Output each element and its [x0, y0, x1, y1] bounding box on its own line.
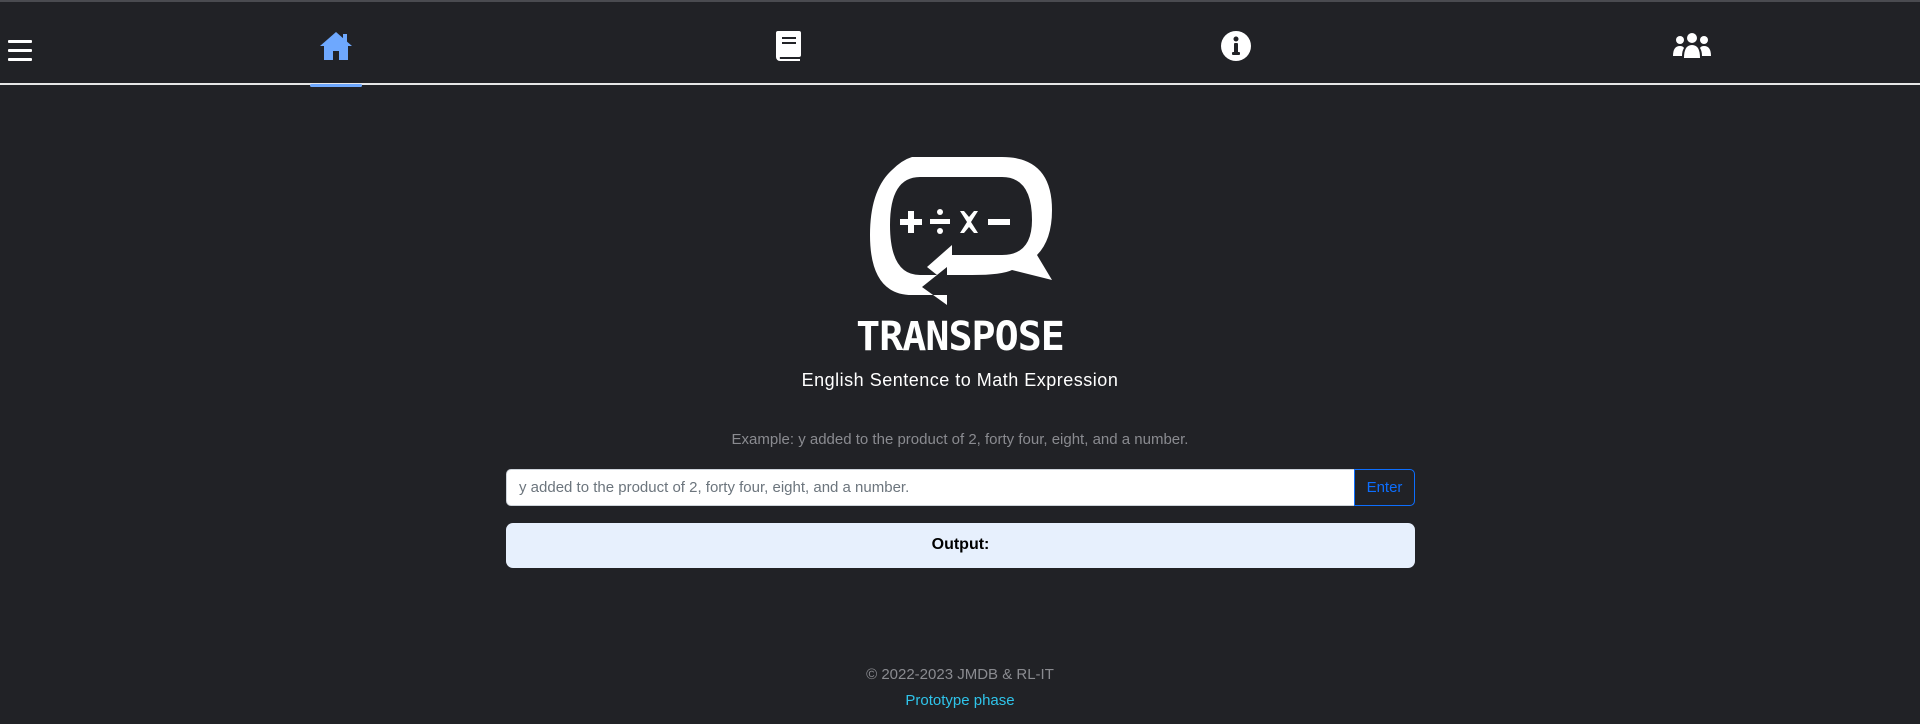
logo-text: TRANSPOSE	[856, 314, 1064, 360]
sentence-input[interactable]	[506, 469, 1354, 506]
footer-copyright: © 2022-2023 JMDB & RL-IT	[866, 666, 1054, 683]
output-label: Output:	[931, 535, 990, 553]
users-icon	[1673, 33, 1711, 58]
info-circle-icon	[1221, 31, 1251, 61]
prototype-phase-link[interactable]: Prototype phase	[905, 692, 1014, 709]
nav-team[interactable]	[1666, 30, 1718, 86]
nav-info[interactable]	[1210, 30, 1262, 86]
top-navbar	[0, 2, 1920, 87]
output-box: Output:	[506, 523, 1415, 568]
footer-phase: Prototype phase	[0, 692, 1920, 709]
sentence-input-group: Enter	[506, 469, 1415, 506]
nav-home[interactable]	[310, 30, 362, 87]
enter-button[interactable]: Enter	[1354, 469, 1415, 506]
book-icon	[776, 31, 801, 61]
hamburger-icon[interactable]	[8, 40, 32, 62]
example-text: Example: y added to the product of 2, fo…	[731, 431, 1189, 448]
page-subtitle: English Sentence to Math Expression	[801, 370, 1119, 390]
nav-book[interactable]	[762, 30, 814, 86]
main-content: TRANSPOSE English Sentence to Math Expre…	[0, 87, 1920, 724]
home-icon	[320, 32, 352, 60]
transpose-logo: TRANSPOSE	[852, 155, 1068, 381]
